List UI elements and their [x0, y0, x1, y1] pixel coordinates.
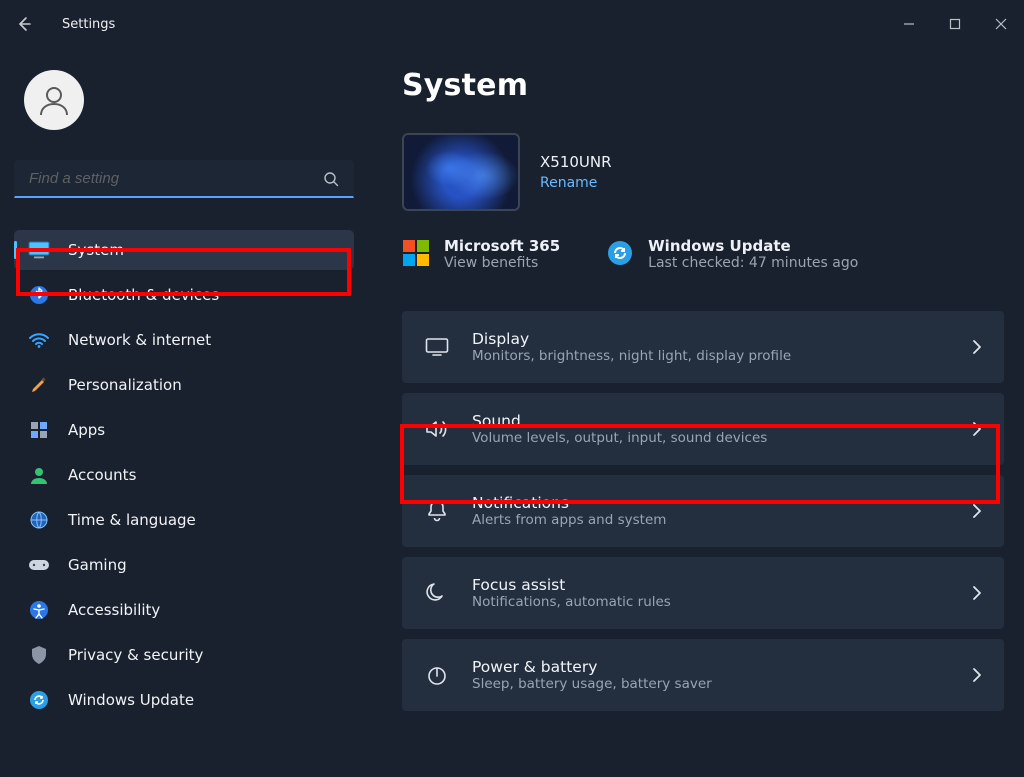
card-sub: Alerts from apps and system	[472, 512, 950, 528]
card-sub: Notifications, automatic rules	[472, 594, 950, 610]
display-icon	[424, 334, 450, 360]
sidebar-item-privacy[interactable]: Privacy & security	[14, 635, 354, 675]
status-sub: Last checked: 47 minutes ago	[648, 255, 858, 271]
sidebar-item-label: Bluetooth & devices	[68, 286, 219, 304]
card-title: Notifications	[472, 494, 950, 512]
device-row: X510UNR Rename	[402, 133, 1004, 211]
nav-list: System Bluetooth & devices Network & int…	[14, 230, 354, 720]
status-sub: View benefits	[444, 255, 560, 271]
page-title: System	[402, 68, 1004, 103]
update-icon	[28, 689, 50, 711]
chevron-right-icon	[972, 585, 982, 601]
card-sub: Monitors, brightness, night light, displ…	[472, 348, 950, 364]
sidebar-item-windows-update[interactable]: Windows Update	[14, 680, 354, 720]
sidebar-item-time-language[interactable]: Time & language	[14, 500, 354, 540]
card-focus-assist[interactable]: Focus assist Notifications, automatic ru…	[402, 557, 1004, 629]
back-button[interactable]	[14, 14, 34, 34]
apps-icon	[28, 419, 50, 441]
card-sound[interactable]: Sound Volume levels, output, input, soun…	[402, 393, 1004, 465]
sidebar-item-label: Gaming	[68, 556, 127, 574]
status-title: Microsoft 365	[444, 237, 560, 255]
card-title: Sound	[472, 412, 950, 430]
card-display[interactable]: Display Monitors, brightness, night ligh…	[402, 311, 1004, 383]
sound-icon	[424, 416, 450, 442]
accessibility-icon	[28, 599, 50, 621]
wifi-icon	[28, 329, 50, 351]
maximize-button[interactable]	[932, 0, 978, 48]
settings-window: Settings System Blu	[0, 0, 1024, 777]
globe-clock-icon	[28, 509, 50, 531]
shield-icon	[28, 644, 50, 666]
search-box[interactable]	[14, 160, 354, 198]
person-icon	[36, 82, 72, 118]
sidebar-item-network[interactable]: Network & internet	[14, 320, 354, 360]
card-sub: Volume levels, output, input, sound devi…	[472, 430, 950, 446]
sidebar-item-label: Accessibility	[68, 601, 160, 619]
minimize-button[interactable]	[886, 0, 932, 48]
sidebar: System Bluetooth & devices Network & int…	[14, 62, 354, 777]
main-content: System X510UNR Rename Microsoft 365 View…	[402, 68, 1004, 777]
card-power-battery[interactable]: Power & battery Sleep, battery usage, ba…	[402, 639, 1004, 711]
search-icon	[323, 171, 339, 187]
card-title: Display	[472, 330, 950, 348]
titlebar: Settings	[0, 0, 1024, 48]
bluetooth-icon	[28, 284, 50, 306]
power-icon	[424, 662, 450, 688]
sidebar-item-personalization[interactable]: Personalization	[14, 365, 354, 405]
microsoft-logo-icon	[402, 239, 430, 267]
bell-icon	[424, 498, 450, 524]
settings-cards: Display Monitors, brightness, night ligh…	[402, 311, 1004, 711]
arrow-left-icon	[16, 16, 32, 32]
sidebar-item-gaming[interactable]: Gaming	[14, 545, 354, 585]
window-title: Settings	[62, 17, 115, 32]
status-title: Windows Update	[648, 237, 858, 255]
avatar	[24, 70, 84, 130]
close-button[interactable]	[978, 0, 1024, 48]
gamepad-icon	[28, 554, 50, 576]
sidebar-item-label: Apps	[68, 421, 105, 439]
sidebar-item-label: Accounts	[68, 466, 136, 484]
sidebar-item-accounts[interactable]: Accounts	[14, 455, 354, 495]
sidebar-item-label: Privacy & security	[68, 646, 203, 664]
status-m365[interactable]: Microsoft 365 View benefits	[402, 237, 560, 271]
card-sub: Sleep, battery usage, battery saver	[472, 676, 950, 692]
profile-area[interactable]	[14, 62, 354, 160]
card-title: Focus assist	[472, 576, 950, 594]
sidebar-item-label: Time & language	[68, 511, 196, 529]
sidebar-item-label: Windows Update	[68, 691, 194, 709]
system-icon	[28, 239, 50, 261]
sidebar-item-system[interactable]: System	[14, 230, 354, 270]
sidebar-item-label: Personalization	[68, 376, 182, 394]
sidebar-item-accessibility[interactable]: Accessibility	[14, 590, 354, 630]
device-thumbnail[interactable]	[402, 133, 520, 211]
minimize-icon	[903, 18, 915, 30]
chevron-right-icon	[972, 421, 982, 437]
sidebar-item-label: Network & internet	[68, 331, 211, 349]
chevron-right-icon	[972, 503, 982, 519]
status-windows-update[interactable]: Windows Update Last checked: 47 minutes …	[606, 237, 858, 271]
rename-link[interactable]: Rename	[540, 175, 612, 191]
card-title: Power & battery	[472, 658, 950, 676]
sidebar-item-apps[interactable]: Apps	[14, 410, 354, 450]
sidebar-item-label: System	[68, 241, 124, 259]
close-icon	[995, 18, 1007, 30]
sidebar-item-bluetooth[interactable]: Bluetooth & devices	[14, 275, 354, 315]
moon-icon	[424, 580, 450, 606]
accounts-icon	[28, 464, 50, 486]
window-controls	[886, 0, 1024, 48]
card-notifications[interactable]: Notifications Alerts from apps and syste…	[402, 475, 1004, 547]
chevron-right-icon	[972, 339, 982, 355]
maximize-icon	[949, 18, 961, 30]
search-input[interactable]	[29, 170, 323, 187]
sync-icon	[606, 239, 634, 267]
paintbrush-icon	[28, 374, 50, 396]
device-model: X510UNR	[540, 153, 612, 171]
status-row: Microsoft 365 View benefits Windows Upda…	[402, 237, 1004, 271]
chevron-right-icon	[972, 667, 982, 683]
